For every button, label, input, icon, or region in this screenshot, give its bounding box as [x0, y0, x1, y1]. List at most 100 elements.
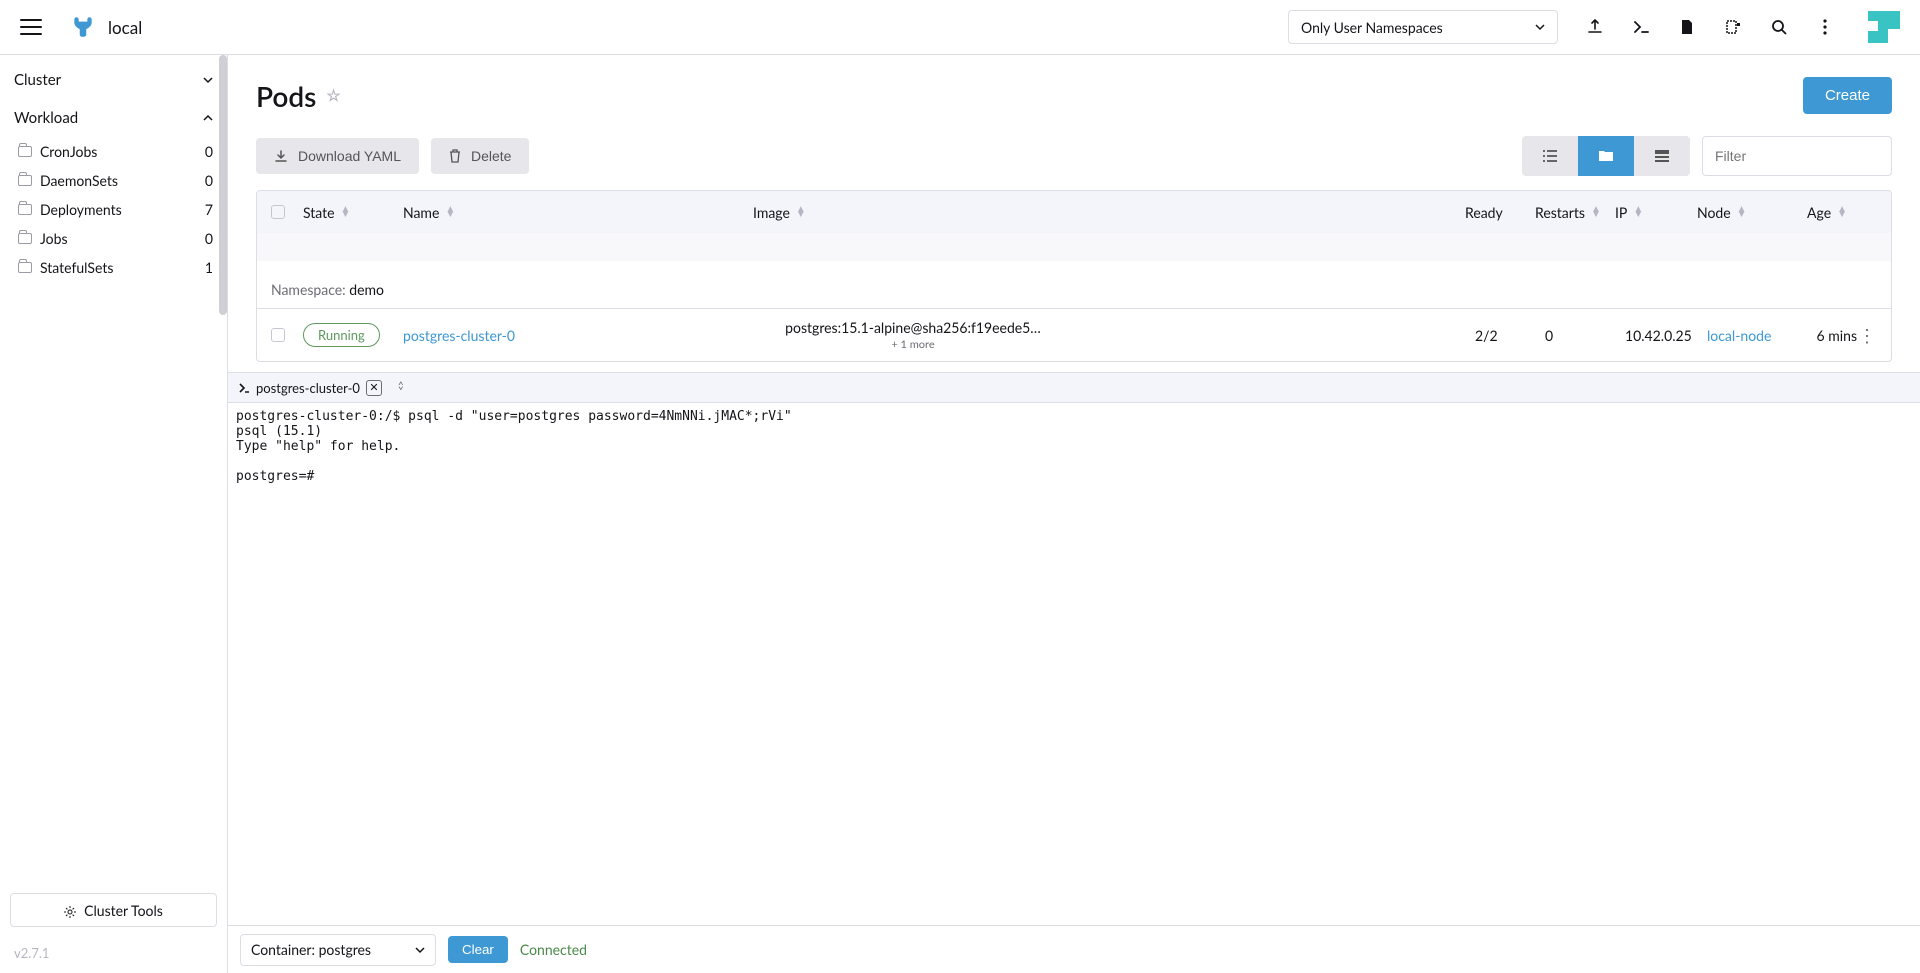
trash-icon [449, 149, 461, 163]
sidebar-item-label: DaemonSets [40, 172, 118, 189]
container-selector-label: Container: postgres [251, 941, 371, 958]
col-node[interactable]: Node▲▼ [1697, 204, 1777, 221]
row-checkbox[interactable] [271, 328, 285, 342]
connection-status: Connected [520, 941, 587, 958]
delete-button[interactable]: Delete [431, 138, 529, 174]
col-ready[interactable]: Ready [1465, 204, 1535, 221]
search-icon[interactable] [1770, 18, 1788, 36]
kebab-menu-icon[interactable] [1816, 18, 1834, 36]
download-yaml-button[interactable]: Download YAML [256, 138, 419, 174]
delete-label: Delete [471, 148, 511, 164]
container-selector[interactable]: Container: postgres [240, 934, 436, 966]
terminal-output[interactable]: postgres-cluster-0:/$ psql -d "user=post… [228, 403, 1920, 925]
folder-icon [18, 146, 32, 157]
sort-icon: ▲▼ [1737, 207, 1747, 217]
sort-icon: ▲▼ [445, 207, 455, 217]
table-row: Running postgres-cluster-0 postgres:15.1… [257, 309, 1891, 361]
restarts-cell: 0 [1545, 327, 1625, 344]
shell-icon[interactable] [1632, 18, 1650, 36]
namespace-value: demo [349, 281, 384, 298]
namespace-group-header: Namespace: demo [257, 261, 1891, 309]
shell-icon [238, 382, 250, 394]
namespace-label: Namespace: [271, 281, 349, 298]
sidebar-group-label: Cluster [14, 71, 61, 89]
terminal-tab-bar: postgres-cluster-0 ✕ ˄˅ [228, 373, 1920, 403]
file-icon[interactable] [1678, 18, 1696, 36]
import-icon[interactable] [1586, 18, 1604, 36]
image-cell: postgres:15.1-alpine@sha256:f19eede5… + … [753, 319, 1073, 351]
header-actions [1586, 11, 1900, 43]
version-label: v2.7.1 [0, 937, 227, 973]
age-cell: 6 mins [1787, 327, 1857, 344]
terminal-footer: Container: postgres Clear Connected [228, 925, 1920, 973]
sort-icon: ▲▼ [1837, 207, 1847, 217]
page-title: Pods ☆ [256, 79, 341, 113]
top-header: local Only User Namespaces [0, 0, 1920, 55]
folder-icon [18, 233, 32, 244]
view-grouped-button[interactable] [1634, 136, 1690, 176]
download-yaml-label: Download YAML [298, 148, 401, 164]
terminal-panel: postgres-cluster-0 ✕ ˄˅ postgres-cluster… [228, 372, 1920, 973]
sidebar-item-count: 0 [205, 143, 213, 160]
pods-table: State▲▼ Name▲▼ Image▲▼ Ready Restarts▲▼ … [256, 190, 1892, 362]
sort-icon: ▲▼ [1633, 207, 1643, 217]
folder-icon [18, 262, 32, 273]
copy-config-icon[interactable] [1724, 18, 1742, 36]
image-more[interactable]: + 1 more [891, 338, 934, 351]
ready-cell: 2/2 [1475, 327, 1545, 344]
namespace-selector[interactable]: Only User Namespaces [1288, 10, 1558, 44]
sidebar-item-label: Deployments [40, 201, 122, 218]
image-text: postgres:15.1-alpine@sha256:f19eede5… [785, 319, 1041, 336]
sort-icon: ▲▼ [796, 207, 806, 217]
sidebar-item-label: Jobs [40, 230, 68, 247]
node-link[interactable]: local-node [1707, 327, 1771, 344]
sort-icon: ▲▼ [341, 207, 351, 217]
col-age[interactable]: Age▲▼ [1777, 204, 1847, 221]
view-flat-button[interactable] [1522, 136, 1578, 176]
scrollbar[interactable] [219, 55, 227, 315]
col-name[interactable]: Name▲▼ [403, 204, 753, 221]
clear-button[interactable]: Clear [448, 936, 508, 963]
col-state[interactable]: State▲▼ [303, 204, 403, 221]
sidebar-item-jobs[interactable]: Jobs 0 [0, 224, 227, 253]
sidebar-group-workload[interactable]: Workload [0, 99, 227, 137]
main: Pods ☆ Create Download YAML Delete [228, 55, 1920, 973]
row-kebab-menu-icon[interactable]: ⋮ [1857, 324, 1877, 347]
sidebar-item-cronjobs[interactable]: CronJobs 0 [0, 137, 227, 166]
gear-icon [64, 904, 76, 916]
create-button[interactable]: Create [1803, 77, 1892, 114]
view-namespace-button[interactable] [1578, 136, 1634, 176]
select-all-checkbox[interactable] [271, 205, 285, 219]
close-tab-icon[interactable]: ✕ [366, 380, 382, 396]
sidebar-group-cluster[interactable]: Cluster [0, 61, 227, 99]
cluster-tools-label: Cluster Tools [84, 902, 163, 919]
sidebar-item-count: 0 [205, 172, 213, 189]
terminal-resize-icon[interactable]: ˄˅ [398, 383, 404, 393]
pod-name-link[interactable]: postgres-cluster-0 [403, 327, 515, 344]
col-ip[interactable]: IP▲▼ [1615, 204, 1697, 221]
sidebar-group-label: Workload [14, 109, 78, 127]
filter-input[interactable] [1702, 136, 1892, 176]
favorite-star-icon[interactable]: ☆ [326, 86, 340, 105]
sidebar-item-statefulsets[interactable]: StatefulSets 1 [0, 253, 227, 282]
cluster-tools-button[interactable]: Cluster Tools [10, 893, 217, 927]
folder-icon [18, 175, 32, 186]
avatar[interactable] [1868, 11, 1900, 43]
terminal-tab-label: postgres-cluster-0 [256, 380, 360, 396]
cluster-switcher[interactable]: local [70, 14, 142, 40]
hamburger-menu-icon[interactable] [20, 19, 42, 35]
view-toggle [1522, 136, 1690, 176]
sidebar-item-count: 7 [205, 201, 213, 218]
sidebar-item-deployments[interactable]: Deployments 7 [0, 195, 227, 224]
sidebar-item-label: StatefulSets [40, 259, 113, 276]
sidebar-item-count: 0 [205, 230, 213, 247]
cluster-name: local [108, 17, 142, 38]
terminal-tab[interactable]: postgres-cluster-0 ✕ [238, 380, 382, 396]
ip-cell: 10.42.0.25 [1625, 327, 1707, 344]
sidebar-item-label: CronJobs [40, 143, 97, 160]
download-icon [274, 149, 288, 163]
folder-icon [18, 204, 32, 215]
sidebar-item-daemonsets[interactable]: DaemonSets 0 [0, 166, 227, 195]
col-image[interactable]: Image▲▼ [753, 204, 1073, 221]
col-restarts[interactable]: Restarts▲▼ [1535, 204, 1615, 221]
